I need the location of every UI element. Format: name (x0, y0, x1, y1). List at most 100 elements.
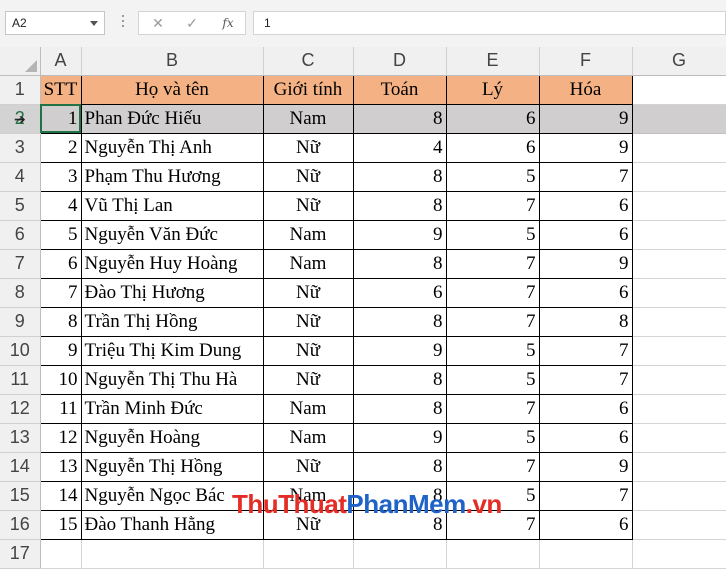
header-cell-math[interactable]: Toán (352, 74, 447, 105)
cell-math[interactable]: 6 (352, 277, 447, 308)
row-header[interactable]: 15 (0, 481, 41, 511)
cell-physics[interactable]: 7 (445, 393, 540, 424)
row-header[interactable]: 2 ➔ (0, 104, 41, 134)
column-header-f[interactable]: F (539, 47, 633, 76)
cell-physics[interactable]: 7 (445, 451, 540, 482)
cell-gender[interactable]: Nam (262, 248, 354, 279)
empty-cell[interactable] (631, 74, 726, 105)
cell-gender[interactable]: Nam (262, 103, 354, 134)
header-cell-name[interactable]: Họ và tên (80, 74, 264, 105)
column-header-a[interactable]: A (40, 47, 82, 76)
empty-cell[interactable] (631, 538, 726, 569)
row-header[interactable]: 8 (0, 278, 41, 308)
cell-stt[interactable]: 14 (39, 480, 82, 511)
select-all-button[interactable] (0, 47, 41, 76)
empty-cell[interactable] (631, 248, 726, 279)
cell-gender[interactable]: Nam (262, 422, 354, 453)
cell-name[interactable]: Phan Đức Hiếu (80, 103, 264, 134)
empty-cell[interactable] (631, 103, 726, 134)
cell-chemistry[interactable]: 7 (538, 161, 633, 192)
cell-physics[interactable]: 6 (445, 103, 540, 134)
cell-stt[interactable]: 8 (39, 306, 82, 337)
cell-physics[interactable]: 7 (445, 248, 540, 279)
cell-physics[interactable]: 6 (445, 132, 540, 163)
cell-chemistry[interactable]: 6 (538, 190, 633, 221)
cell-name[interactable]: Nguyễn Thị Thu Hà (80, 364, 264, 395)
cell-stt[interactable]: 3 (39, 161, 82, 192)
column-header-b[interactable]: B (81, 47, 264, 76)
column-header-e[interactable]: E (446, 47, 540, 76)
empty-cell[interactable] (631, 509, 726, 540)
empty-cell[interactable] (631, 306, 726, 337)
empty-cell[interactable] (631, 422, 726, 453)
empty-cell[interactable] (445, 538, 540, 569)
empty-cell[interactable] (631, 393, 726, 424)
cell-chemistry[interactable]: 6 (538, 393, 633, 424)
cell-gender[interactable]: Nữ (262, 335, 354, 366)
empty-cell[interactable] (538, 538, 633, 569)
cell-stt[interactable]: 5 (39, 219, 82, 250)
cell-name[interactable]: Nguyễn Huy Hoàng (80, 248, 264, 279)
row-header[interactable]: 10 (0, 336, 41, 366)
cell-chemistry[interactable]: 9 (538, 132, 633, 163)
cell-chemistry[interactable]: 7 (538, 335, 633, 366)
cell-math[interactable]: 8 (352, 364, 447, 395)
cell-chemistry[interactable]: 9 (538, 451, 633, 482)
row-header[interactable]: 14 (0, 452, 41, 482)
column-header-g[interactable]: G (632, 47, 726, 76)
empty-cell[interactable] (631, 190, 726, 221)
empty-cell[interactable] (631, 161, 726, 192)
cell-gender[interactable]: Nữ (262, 132, 354, 163)
cell-physics[interactable]: 7 (445, 190, 540, 221)
cell-chemistry[interactable]: 6 (538, 509, 633, 540)
cell-physics[interactable]: 5 (445, 219, 540, 250)
empty-cell[interactable] (631, 451, 726, 482)
cell-physics[interactable]: 5 (445, 422, 540, 453)
cell-gender[interactable]: Nữ (262, 306, 354, 337)
cell-stt[interactable]: 9 (39, 335, 82, 366)
close-icon[interactable]: ✕ (143, 12, 173, 34)
empty-cell[interactable] (631, 219, 726, 250)
cell-stt[interactable]: 11 (39, 393, 82, 424)
cell-gender[interactable]: Nữ (262, 364, 354, 395)
cell-stt[interactable]: 2 (39, 132, 82, 163)
cell-gender[interactable]: Nam (262, 219, 354, 250)
cell-chemistry[interactable]: 9 (538, 248, 633, 279)
cell-stt[interactable]: 1 (39, 103, 82, 134)
cell-name[interactable]: Đào Thị Hương (80, 277, 264, 308)
row-header[interactable]: 12 (0, 394, 41, 424)
cell-math[interactable]: 9 (352, 219, 447, 250)
formula-input[interactable]: 1 (253, 11, 726, 35)
cell-name[interactable]: Nguyễn Hoàng (80, 422, 264, 453)
row-header[interactable]: 5 (0, 191, 41, 221)
cell-gender[interactable]: Nữ (262, 277, 354, 308)
row-header[interactable]: 11 (0, 365, 41, 395)
cell-chemistry[interactable]: 6 (538, 219, 633, 250)
cell-chemistry[interactable]: 6 (538, 422, 633, 453)
insert-function-button[interactable]: fx (213, 12, 243, 34)
cell-physics[interactable]: 5 (445, 335, 540, 366)
chevron-down-icon[interactable] (90, 21, 98, 26)
cell-gender[interactable]: Nữ (262, 161, 354, 192)
row-header[interactable]: 13 (0, 423, 41, 453)
cell-name[interactable]: Nguyễn Thị Hồng (80, 451, 264, 482)
cell-gender[interactable]: Nam (262, 393, 354, 424)
cell-chemistry[interactable]: 9 (538, 103, 633, 134)
cell-math[interactable]: 8 (352, 161, 447, 192)
cell-physics[interactable]: 7 (445, 306, 540, 337)
empty-cell[interactable] (262, 538, 354, 569)
empty-cell[interactable] (631, 132, 726, 163)
row-header[interactable]: 4 (0, 162, 41, 192)
cell-gender[interactable]: Nữ (262, 451, 354, 482)
header-cell-chemistry[interactable]: Hóa (538, 74, 633, 105)
cell-stt[interactable]: 13 (39, 451, 82, 482)
row-header[interactable]: 16 (0, 510, 41, 540)
cell-chemistry[interactable]: 6 (538, 277, 633, 308)
empty-cell[interactable] (631, 277, 726, 308)
empty-cell[interactable] (39, 538, 82, 569)
drag-handle-icon[interactable] (122, 15, 124, 31)
cell-math[interactable]: 8 (352, 451, 447, 482)
cell-math[interactable]: 8 (352, 306, 447, 337)
cell-name[interactable]: Trần Minh Đức (80, 393, 264, 424)
row-header[interactable]: 1 (0, 75, 41, 105)
